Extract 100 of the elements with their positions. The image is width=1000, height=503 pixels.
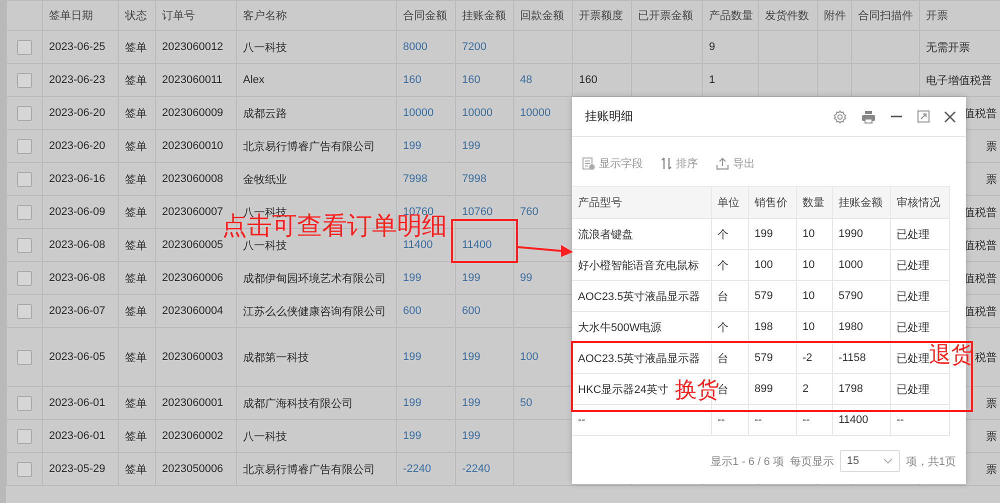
table-cell: HKC显示器24英寸 [578, 384, 668, 396]
amount-link[interactable]: 199 [462, 430, 480, 442]
row-checkbox[interactable] [17, 396, 32, 410]
column-header[interactable]: 状态 [118, 0, 156, 30]
column-header[interactable]: 挂账金额 [456, 0, 514, 30]
column-header[interactable]: 产品型号 [572, 186, 711, 218]
row-checkbox[interactable] [17, 138, 32, 154]
table-cell: 2023-06-05 [49, 351, 106, 363]
row-checkbox[interactable] [17, 304, 32, 318]
row-checkbox[interactable] [17, 428, 32, 444]
amount-link[interactable]: 7998 [462, 173, 486, 185]
table-cell: 2 [802, 383, 809, 395]
column-header[interactable]: 回款金额 [514, 0, 572, 30]
row-checkbox[interactable] [17, 172, 32, 186]
table-cell: 签单 [125, 398, 147, 410]
table-cell: 100 [754, 259, 773, 271]
row-checkbox[interactable] [17, 40, 32, 54]
annotation-text: 退货 [929, 344, 973, 366]
amount-link[interactable]: 50 [520, 397, 532, 409]
row-checkbox[interactable] [17, 270, 32, 286]
column-header[interactable]: 已开票金额 [632, 0, 702, 30]
amount-link[interactable]: 199 [462, 272, 480, 284]
amount-link[interactable]: 199 [403, 430, 422, 442]
table-cell: 10 [802, 228, 815, 240]
column-header[interactable]: 挂账金额 [832, 186, 890, 218]
table-cell: 成都第一科技 [243, 352, 309, 364]
amount-link[interactable]: 10000 [520, 107, 551, 119]
table-cell: 金牧纸业 [243, 174, 287, 186]
amount-link[interactable]: 11400 [462, 239, 492, 251]
row-checkbox[interactable] [17, 350, 32, 364]
table-cell: 成都广海科技有限公司 [243, 398, 353, 410]
amount-link[interactable]: 160 [462, 74, 480, 86]
table-cell: 2023060011 [162, 74, 222, 86]
row-checkbox[interactable] [17, 106, 32, 120]
table-cell: 10 [802, 290, 815, 302]
row-checkbox[interactable] [17, 462, 32, 476]
row-checkbox[interactable] [17, 72, 32, 88]
column-header[interactable]: 审核情况 [890, 186, 949, 218]
column-header[interactable]: 订单号 [156, 0, 236, 30]
table-cell: -2 [802, 352, 812, 364]
page-range-text: 显示1 - 6 / 6 项 [710, 454, 784, 468]
table-cell: 流浪者键盘 [578, 228, 633, 240]
amount-link[interactable]: -2240 [462, 463, 490, 475]
amount-link[interactable]: 199 [403, 397, 422, 409]
amount-link[interactable]: 7200 [462, 41, 486, 53]
amount-link[interactable]: 199 [403, 140, 422, 152]
amount-link[interactable]: 11400 [403, 239, 433, 251]
table-cell: 2023-06-01 [49, 430, 106, 442]
amount-link[interactable]: 199 [462, 351, 480, 363]
settings-icon[interactable] [833, 110, 847, 124]
column-header[interactable]: 开票 [920, 0, 1000, 30]
table-cell: -- [802, 414, 810, 426]
column-header[interactable]: 合同扫描件 [852, 0, 920, 30]
column-header[interactable]: 数量 [796, 186, 832, 218]
amount-link[interactable]: 10760 [462, 206, 493, 218]
amount-link[interactable]: 48 [520, 74, 532, 86]
arrow [516, 245, 573, 257]
amount-link[interactable]: -2240 [403, 463, 432, 475]
table-cell: 1 [709, 74, 716, 86]
export-button[interactable]: 导出 [716, 156, 755, 171]
table-cell: 2023-06-01 [49, 397, 106, 409]
column-header[interactable]: 开票额度 [572, 0, 632, 30]
maximize-icon[interactable] [917, 110, 930, 123]
table-cell: 个 [718, 260, 728, 272]
amount-link[interactable]: 199 [462, 140, 480, 152]
amount-link[interactable]: 600 [403, 305, 422, 317]
amount-link[interactable]: 600 [462, 305, 480, 317]
sort-button[interactable]: 排序 [661, 156, 698, 171]
column-header[interactable]: 客户名称 [236, 0, 396, 30]
amount-link[interactable]: 8000 [403, 41, 428, 53]
column-header[interactable]: 签单日期 [42, 0, 118, 30]
amount-link[interactable]: 199 [403, 351, 422, 363]
row-checkbox[interactable] [17, 204, 32, 220]
table-cell: 5790 [838, 290, 863, 302]
column-header[interactable]: 单位 [711, 186, 748, 218]
amount-link[interactable]: 100 [520, 351, 538, 363]
row-checkbox[interactable] [17, 238, 32, 252]
amount-link[interactable]: 160 [403, 74, 422, 86]
amount-link[interactable]: 7998 [403, 173, 428, 185]
amount-link[interactable]: 99 [520, 272, 532, 284]
table-cell: 1000 [838, 259, 863, 271]
table-cell: AOC23.5英寸液晶显示器 [578, 352, 700, 364]
amount-link[interactable]: 199 [462, 397, 480, 409]
amount-link[interactable]: 10000 [462, 107, 493, 119]
fields-button[interactable]: 显示字段 [582, 156, 643, 171]
column-header[interactable]: 合同金额 [396, 0, 456, 30]
column-header[interactable]: 产品数量 [702, 0, 758, 30]
column-header[interactable]: 销售价 [748, 186, 796, 218]
amount-link[interactable]: 199 [403, 272, 422, 284]
table-cell: 北京易行博睿广告有限公司 [243, 140, 375, 152]
table-cell: 1990 [838, 228, 863, 240]
table-cell: 票 [986, 398, 997, 410]
column-header[interactable]: 发货件数 [758, 0, 818, 30]
print-icon[interactable] [861, 110, 876, 124]
amount-link[interactable]: 10000 [403, 107, 434, 119]
close-icon[interactable] [944, 110, 956, 122]
column-header[interactable]: 附件 [818, 0, 852, 30]
page-size-select[interactable]: 15 [840, 450, 900, 472]
table-cell: 已处理 [896, 260, 930, 272]
amount-link[interactable]: 760 [520, 206, 538, 218]
